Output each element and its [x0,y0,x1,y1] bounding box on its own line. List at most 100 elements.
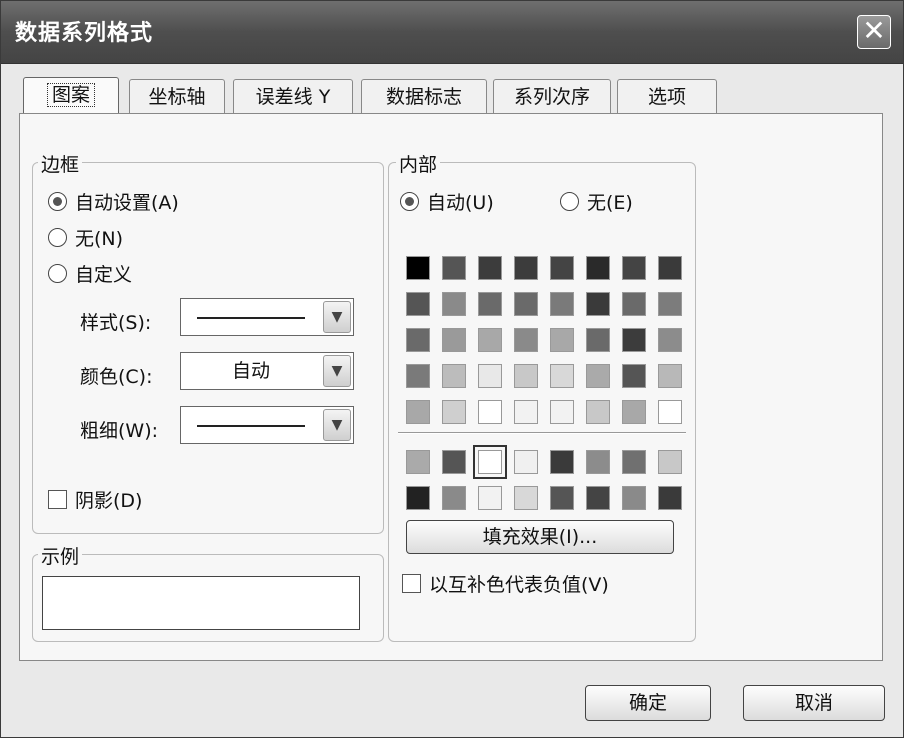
color-swatch[interactable] [406,486,430,510]
radio-icon [48,264,67,283]
tab-label: 坐标轴 [148,86,206,108]
border-auto-option[interactable]: 自动设置(A) [48,188,179,215]
color-swatch[interactable] [514,364,538,388]
color-swatch[interactable] [442,364,466,388]
color-swatch[interactable] [658,256,682,280]
area-auto-label: 自动(U) [427,192,494,214]
color-swatch[interactable] [586,400,610,424]
color-swatch[interactable] [406,450,430,474]
close-icon[interactable]: ✕ [857,15,891,49]
shadow-label: 阴影(D) [75,490,143,512]
color-swatch[interactable] [658,328,682,352]
color-swatch[interactable] [550,256,574,280]
color-swatch[interactable] [406,328,430,352]
color-swatch[interactable] [586,292,610,316]
border-none-label: 无(N) [75,228,124,250]
color-swatch[interactable] [622,450,646,474]
color-swatch[interactable] [550,400,574,424]
sample-group-legend: 示例 [38,542,83,569]
color-swatch[interactable] [586,486,610,510]
color-swatch[interactable] [550,328,574,352]
tab-data-labels[interactable]: 数据标志 [361,79,487,115]
fill-effects-button[interactable]: 填充效果(I)... [406,520,674,554]
invert-if-negative-option[interactable]: 以互补色代表负值(V) [402,570,609,597]
tab-label: 数据标志 [385,86,462,108]
tab-axis[interactable]: 坐标轴 [129,79,225,115]
ok-button[interactable]: 确定 [585,685,711,721]
sample-preview [42,576,360,630]
color-swatch[interactable] [586,364,610,388]
color-swatch[interactable] [658,450,682,474]
color-swatch[interactable] [442,256,466,280]
color-swatch[interactable] [514,486,538,510]
color-swatch[interactable] [622,256,646,280]
area-group-legend: 内部 [396,150,441,177]
color-swatch[interactable] [514,256,538,280]
color-swatch[interactable] [473,445,507,479]
border-none-option[interactable]: 无(N) [48,224,123,251]
border-custom-option[interactable]: 自定义 [48,260,132,287]
color-swatch[interactable] [658,364,682,388]
color-swatch[interactable] [478,364,502,388]
tab-patterns[interactable]: 图案 [23,77,119,117]
color-swatch[interactable] [550,450,574,474]
color-swatch[interactable] [514,292,538,316]
border-color-select[interactable]: 自动 ▼ [180,352,354,390]
border-style-select[interactable]: ▼ [180,298,354,336]
color-swatch[interactable] [586,450,610,474]
shadow-checkbox[interactable] [48,490,67,509]
border-color-value: 自动 [231,360,270,382]
color-swatch[interactable] [658,292,682,316]
chevron-down-icon[interactable]: ▼ [323,355,351,387]
area-none-label: 无(E) [587,192,633,214]
cancel-button[interactable]: 取消 [743,685,885,721]
color-swatch[interactable] [406,256,430,280]
color-swatch[interactable] [406,364,430,388]
radio-selected-icon [48,192,67,211]
color-swatch[interactable] [514,400,538,424]
border-color-label: 颜色(C): [80,366,153,388]
color-swatch[interactable] [478,328,502,352]
color-swatch[interactable] [622,486,646,510]
shadow-option[interactable]: 阴影(D) [48,486,142,513]
tab-label: 选项 [647,86,686,108]
border-weight-select[interactable]: ▼ [180,406,354,444]
area-auto-option[interactable]: 自动(U) [400,188,494,215]
color-swatch[interactable] [514,328,538,352]
chevron-down-icon[interactable]: ▼ [323,301,351,333]
color-swatch[interactable] [478,256,502,280]
title-bar[interactable]: 数据系列格式 ✕ [1,1,903,64]
color-swatch[interactable] [514,450,538,474]
color-swatch[interactable] [442,400,466,424]
line-weight-preview [197,425,305,427]
color-swatch[interactable] [550,292,574,316]
chevron-down-icon[interactable]: ▼ [323,409,351,441]
color-swatch[interactable] [442,450,466,474]
tab-y-error-bars[interactable]: 误差线 Y [233,79,353,115]
radio-selected-icon [400,192,419,211]
color-swatch[interactable] [586,328,610,352]
invert-if-negative-checkbox[interactable] [402,574,421,593]
color-swatch[interactable] [478,400,502,424]
color-swatch[interactable] [442,486,466,510]
color-swatch[interactable] [442,292,466,316]
color-swatch[interactable] [586,256,610,280]
color-swatch[interactable] [550,364,574,388]
color-swatch[interactable] [406,400,430,424]
color-swatch[interactable] [622,328,646,352]
color-swatch[interactable] [550,486,574,510]
color-swatch[interactable] [406,292,430,316]
color-swatch[interactable] [622,364,646,388]
color-swatch[interactable] [622,292,646,316]
border-style-label: 样式(S): [80,312,152,334]
color-swatch[interactable] [622,400,646,424]
tab-options[interactable]: 选项 [617,79,717,115]
color-swatch[interactable] [658,400,682,424]
area-none-option[interactable]: 无(E) [560,188,633,215]
tab-series-order[interactable]: 系列次序 [493,79,611,115]
tab-page-patterns: 边框 自动设置(A) 无(N) 自定义 样式(S): ▼ 颜色(C): 自动 ▼… [19,113,883,661]
color-swatch[interactable] [478,292,502,316]
color-swatch[interactable] [478,486,502,510]
color-swatch[interactable] [658,486,682,510]
color-swatch[interactable] [442,328,466,352]
